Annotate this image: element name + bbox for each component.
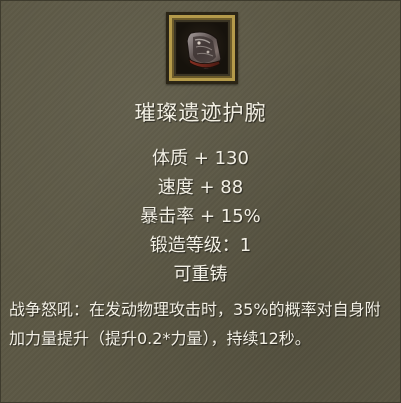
item-tooltip: 璀璨遗迹护腕 体质 + 130 速度 + 88 暴击率 + 15% 锻造等级：1… xyxy=(0,0,401,403)
item-icon-background xyxy=(176,22,228,74)
stat-reforgeable: 可重铸 xyxy=(173,264,228,285)
stat-speed: 速度 + 88 xyxy=(157,177,244,198)
stat-crit-rate: 暴击率 + 15% xyxy=(140,206,261,227)
stat-forge-level: 锻造等级：1 xyxy=(149,235,252,256)
stat-constitution: 体质 + 130 xyxy=(152,148,249,169)
item-name: 璀璨遗迹护腕 xyxy=(134,101,267,125)
item-effect-description: 战争怒吼：在发动物理攻击时，35%的概率对自身附加力量提升（提升0.2*力量），… xyxy=(9,300,381,348)
item-icon-slot[interactable] xyxy=(166,12,238,84)
bracer-icon xyxy=(186,31,222,70)
